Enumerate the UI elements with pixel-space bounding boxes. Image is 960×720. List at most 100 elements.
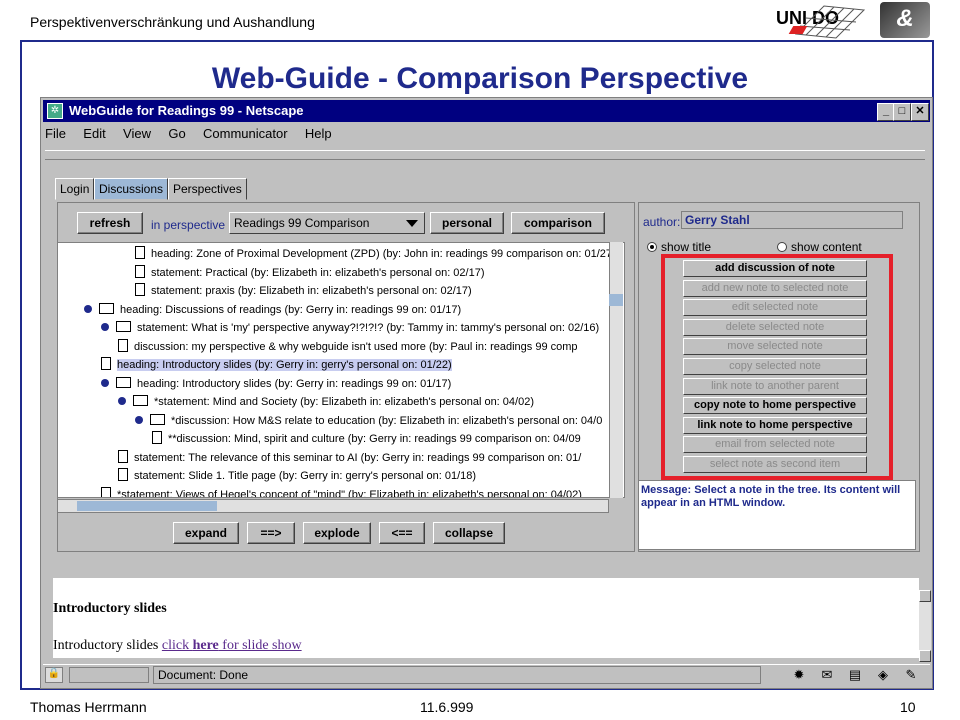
action-button-email-from-selected-note[interactable]: email from selected note <box>683 436 867 454</box>
tree-row[interactable]: statement: The relevance of this seminar… <box>118 449 581 468</box>
document-icon <box>135 264 145 278</box>
expand-dot-icon[interactable] <box>101 323 109 331</box>
action-button-copy-note-to-home-perspective[interactable]: copy note to home perspective <box>683 397 867 415</box>
menu-edit[interactable]: Edit <box>83 126 105 141</box>
mail-icon[interactable]: ✉ <box>817 667 837 683</box>
author-field[interactable]: Gerry Stahl <box>681 211 903 229</box>
tree-row[interactable]: heading: Zone of Proximal Development (Z… <box>135 245 616 264</box>
action-button-link-note-to-home-perspective[interactable]: link note to home perspective <box>683 416 867 434</box>
tab-discussions[interactable]: Discussions <box>94 178 169 200</box>
radio-unchecked-icon <box>777 242 787 252</box>
tree-row[interactable]: heading: Introductory slides (by: Gerry … <box>101 375 451 394</box>
tree-row[interactable]: statement: Practical (by: Elizabeth in: … <box>135 264 485 283</box>
tab-login[interactable]: Login <box>55 178 95 200</box>
refresh-button[interactable]: refresh <box>77 212 143 234</box>
expand-dot-icon[interactable] <box>118 397 126 405</box>
tree-row-label: *statement: Mind and Society (by: Elizab… <box>154 396 534 408</box>
collapse-button[interactable]: collapse <box>433 522 505 544</box>
tree-row-label: statement: Practical (by: Elizabeth in: … <box>151 266 485 279</box>
radio-show-content[interactable]: show content <box>777 240 862 254</box>
comparison-button[interactable]: comparison <box>511 212 605 234</box>
action-button-move-selected-note[interactable]: move selected note <box>683 338 867 356</box>
document-icon <box>135 246 145 259</box>
tree-vertical-scrollbar[interactable] <box>609 242 623 498</box>
menu-communicator[interactable]: Communicator <box>203 126 288 141</box>
message-box: Message: Select a note in the tree. Its … <box>638 480 916 550</box>
folder-icon <box>116 376 131 388</box>
tree-row-label: *statement: Views of Hegel's concept of … <box>117 488 582 498</box>
expand-button[interactable]: expand <box>173 522 239 544</box>
radio-show-title[interactable]: show title <box>647 240 711 254</box>
explode-button[interactable]: explode <box>303 522 371 544</box>
scroll-down-arrow-icon[interactable] <box>919 650 931 662</box>
tab-perspectives[interactable]: Perspectives <box>168 178 247 200</box>
content-line-prefix: Introductory slides <box>53 638 162 653</box>
menu-view[interactable]: View <box>123 126 151 141</box>
tree-row[interactable]: *statement: Views of Hegel's concept of … <box>101 486 582 498</box>
action-button-delete-selected-note[interactable]: delete selected note <box>683 318 867 336</box>
composer-icon[interactable]: ◈ <box>873 667 893 683</box>
tree-row[interactable]: heading: Introductory slides (by: Gerry … <box>101 356 452 375</box>
newsgroup-icon[interactable]: ▤ <box>845 667 865 683</box>
action-button-copy-selected-note[interactable]: copy selected note <box>683 358 867 375</box>
forward-button[interactable]: ==> <box>247 522 295 544</box>
slide-title: Web-Guide - Comparison Perspective <box>211 62 749 95</box>
window-titlebar[interactable]: ✲ WebGuide for Readings 99 - Netscape _ … <box>43 100 930 122</box>
document-icon <box>101 357 111 370</box>
tree-row-label: statement: What is 'my' perspective anyw… <box>137 322 600 334</box>
close-button[interactable]: ✕ <box>911 103 929 121</box>
webguide-app-icon: ✲ <box>47 103 63 119</box>
tree-row[interactable]: discussion: my perspective & why webguid… <box>118 338 578 357</box>
action-button-add-discussion-of-note[interactable]: add discussion of note <box>683 260 867 277</box>
tree-row-label: heading: Zone of Proximal Development (Z… <box>151 248 616 260</box>
footer-page-number: 10 <box>900 699 916 715</box>
slide-show-link-c: for slide show <box>218 638 302 653</box>
tree-row[interactable]: statement: Slide 1. Title page (by: Gerr… <box>118 467 476 486</box>
slide-show-link[interactable]: click here for slide show <box>162 638 302 653</box>
and-logo: & <box>880 2 930 38</box>
tree-row-label: *discussion: How M&S relate to education… <box>171 414 603 427</box>
scroll-up-arrow-icon[interactable] <box>919 590 931 602</box>
toolbar-grip[interactable] <box>45 150 925 160</box>
action-button-link-note-to-another-parent[interactable]: link note to another parent <box>683 377 867 395</box>
tree-row-label: statement: The relevance of this seminar… <box>134 451 582 464</box>
tree-vertical-thumb[interactable] <box>609 294 623 306</box>
tree-row[interactable]: **discussion: Mind, spirit and culture (… <box>152 430 581 449</box>
expand-dot-icon[interactable] <box>101 378 109 387</box>
uni-do-logo: UNI DO <box>776 4 866 40</box>
tree-row[interactable]: *discussion: How M&S relate to education… <box>135 412 602 431</box>
component-icon[interactable]: ✹ <box>789 667 809 683</box>
document-icon <box>152 431 162 444</box>
document-icon <box>101 486 111 497</box>
tree-row[interactable]: heading: Discussions of readings (by: Ge… <box>84 301 461 320</box>
discussion-tree[interactable]: heading: Zone of Proximal Development (Z… <box>57 242 625 498</box>
slide-header: Perspektivenverschränkung und Aushandlun… <box>30 14 315 30</box>
tree-horizontal-thumb[interactable] <box>77 501 217 511</box>
action-button-edit-selected-note[interactable]: edit selected note <box>683 299 867 317</box>
folder-icon <box>99 302 114 314</box>
tree-row[interactable]: statement: What is 'my' perspective anyw… <box>101 319 599 338</box>
menu-help[interactable]: Help <box>305 126 332 141</box>
personal-button[interactable]: personal <box>430 212 504 234</box>
tree-row-label: heading: Discussions of readings (by: Ge… <box>120 303 462 316</box>
expand-dot-icon[interactable] <box>84 304 92 313</box>
perspective-select[interactable]: Readings 99 Comparison <box>229 212 425 234</box>
window-title: WebGuide for Readings 99 - Netscape <box>69 103 304 118</box>
security-lock-icon[interactable]: 🔒 <box>45 667 63 683</box>
tree-row-label: **discussion: Mind, spirit and culture (… <box>168 433 581 445</box>
menu-go[interactable]: Go <box>168 126 185 141</box>
menu-bar: File Edit View Go Communicator Help <box>45 126 346 144</box>
expand-dot-icon[interactable] <box>135 415 143 424</box>
back-button[interactable]: <== <box>379 522 425 544</box>
netscape-window: ✲ WebGuide for Readings 99 - Netscape _ … <box>40 97 933 689</box>
action-button-add-new-note-to-selected-note[interactable]: add new note to selected note <box>683 279 867 297</box>
action-button-select-note-as-second-item[interactable]: select note as second item <box>683 456 867 473</box>
author-label: author: <box>643 215 681 229</box>
tree-row-label: heading: Introductory slides (by: Gerry … <box>137 377 452 390</box>
edit-icon[interactable]: ✎ <box>901 667 921 683</box>
perspective-select-value: Readings 99 Comparison <box>234 216 370 230</box>
tree-row[interactable]: statement: praxis (by: Elizabeth in: eli… <box>135 282 472 301</box>
menu-file[interactable]: File <box>45 126 66 141</box>
tree-row[interactable]: *statement: Mind and Society (by: Elizab… <box>118 393 534 412</box>
maximize-button[interactable]: □ <box>893 103 911 121</box>
